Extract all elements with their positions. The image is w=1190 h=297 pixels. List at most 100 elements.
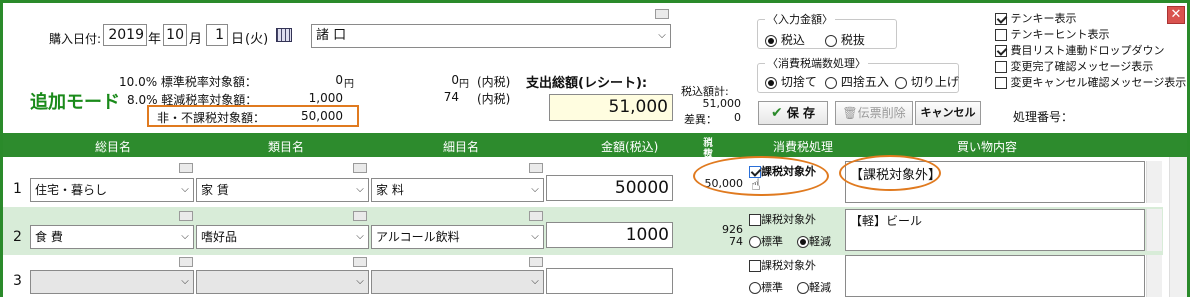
content-scrollbar[interactable] [1146, 255, 1162, 297]
std-rate-value: 0 [335, 73, 343, 87]
radio-icon [749, 282, 761, 294]
checkbox-icon [749, 260, 761, 272]
option-change-complete-msg[interactable]: 変更完了確認メッセージ表示 [995, 59, 1186, 75]
col-item: 細目名 [443, 140, 480, 154]
general-select[interactable]: 食 費 ⌵ [30, 225, 194, 249]
radio-icon [825, 34, 837, 47]
radio-icon [797, 282, 809, 294]
rate-std-option[interactable]: 標準 [749, 233, 783, 249]
checkbox-icon [995, 29, 1007, 41]
option-tenkey-hint[interactable]: テンキーヒント表示 [995, 27, 1186, 43]
list-toggle[interactable] [353, 163, 367, 173]
col-tax-proc: 消費税処理 [773, 140, 834, 154]
amount-field[interactable]: 50000 [546, 175, 673, 201]
year-unit: 年 [148, 32, 162, 47]
category-select[interactable]: ⌵ [196, 270, 369, 294]
exempt-label: 課税対象外 [761, 213, 816, 226]
save-button[interactable]: ✔ 保 存 [758, 101, 828, 125]
option-label: テンキーヒント表示 [1010, 28, 1110, 41]
exempt-label: 課税対象外 [761, 259, 816, 272]
tax-amount-value: 74 [729, 235, 743, 248]
exempt-checkbox[interactable]: 課税対象外 [749, 211, 816, 227]
radio-icon [749, 236, 761, 248]
total-amount-field[interactable]: 51,000 [549, 94, 673, 121]
chevron-down-icon: ⌵ [531, 276, 539, 287]
rate-std-option[interactable]: 標準 [749, 279, 783, 295]
internal-tax-1-value: 0 [451, 73, 459, 87]
radio-selected-icon [765, 34, 777, 47]
tax-incl-sum-value: 51,000 [702, 97, 742, 110]
content-scrollbar[interactable] [1146, 161, 1162, 203]
trash-icon: 🗑 [842, 106, 858, 120]
input-incl-option[interactable]: 税込 [765, 31, 805, 48]
month-unit: 月 [189, 32, 203, 47]
item-select[interactable]: ⌵ [371, 270, 544, 294]
internal-tax-1-unit: 円 [459, 79, 469, 90]
store-value: 諸 口 [316, 28, 347, 43]
exempt-checkbox[interactable]: 課税対象外 [749, 257, 816, 273]
rate-std-label: 標準 [761, 281, 783, 294]
category-select[interactable]: 嗜好品 ⌵ [196, 225, 369, 249]
store-list-toggle[interactable] [655, 9, 669, 19]
grid-scrollbar[interactable] [1169, 157, 1187, 297]
general-select[interactable]: 住宅・暮らし ⌵ [30, 178, 194, 202]
day-unit: 日 [231, 32, 245, 47]
cancel-button[interactable]: キャンセル [915, 101, 981, 125]
year-field[interactable]: 2019 [103, 24, 147, 46]
category-select[interactable]: 家 賃 ⌵ [196, 178, 369, 202]
rounding-floor-option[interactable]: 切捨て [765, 73, 817, 90]
general-select[interactable]: ⌵ [30, 270, 194, 294]
list-toggle[interactable] [179, 257, 193, 267]
delete-slip-button[interactable]: 🗑伝票削除 [835, 101, 913, 125]
category-value: 嗜好品 [201, 230, 238, 244]
list-toggle[interactable] [353, 257, 367, 267]
rounding-round-option[interactable]: 四捨五入 [825, 73, 889, 90]
content-field[interactable] [845, 255, 1145, 297]
mode-label: 追加モード [30, 92, 120, 113]
list-toggle[interactable] [529, 163, 543, 173]
amount-field[interactable] [546, 268, 673, 294]
content-scrollbar[interactable] [1146, 209, 1162, 251]
store-select[interactable]: 諸 口 ⌵ [311, 24, 671, 48]
option-tenkey[interactable]: テンキー表示 [995, 11, 1186, 27]
col-content: 買い物内容 [957, 140, 1018, 154]
rounding-ceil-option[interactable]: 切り上げ [895, 73, 959, 90]
col-general: 総目名 [95, 140, 132, 154]
list-toggle[interactable] [179, 163, 193, 173]
total-label: 支出総額(レシート): [526, 76, 648, 91]
general-value: 食 費 [35, 230, 63, 244]
rounding-ceil-label: 切り上げ [910, 75, 959, 89]
internal-tax-2-label: (内税) [477, 92, 511, 106]
list-toggle[interactable] [179, 211, 193, 221]
option-label: 変更完了確認メッセージ表示 [1010, 60, 1154, 73]
row-number: 3 [13, 273, 22, 289]
radio-selected-icon [797, 236, 809, 248]
chevron-down-icon: ⌵ [356, 231, 364, 242]
rate-reduced-option[interactable]: 軽減 [797, 233, 831, 249]
purchase-date-label: 購入日付: [49, 32, 102, 46]
input-excl-label: 税抜 [840, 33, 865, 47]
calendar-icon[interactable] [276, 28, 292, 42]
list-toggle[interactable] [529, 211, 543, 221]
list-toggle[interactable] [353, 211, 367, 221]
item-value: アルコール飲料 [376, 230, 460, 244]
option-linked-dropdown[interactable]: 費目リスト連動ドロップダウン [995, 43, 1186, 59]
close-icon[interactable]: ✕ [1167, 6, 1185, 24]
input-excl-option[interactable]: 税抜 [825, 31, 865, 48]
item-select[interactable]: アルコール飲料 ⌵ [371, 225, 544, 249]
rate-reduced-option[interactable]: 軽減 [797, 279, 831, 295]
month-field[interactable]: 10 [163, 24, 187, 46]
content-value: 【軽】ビール [850, 214, 923, 228]
rate-reduced-label: 軽減 [809, 235, 831, 248]
processing-no-label: 処理番号： [1013, 110, 1074, 124]
content-field[interactable]: 【軽】ビール [845, 209, 1145, 251]
diff-value: 0 [734, 111, 741, 124]
options-list: テンキー表示 テンキーヒント表示 費目リスト連動ドロップダウン 変更完了確認メッ… [995, 11, 1186, 91]
day-field[interactable]: 1 [206, 24, 228, 46]
option-label: テンキー表示 [1010, 12, 1077, 25]
list-toggle[interactable] [529, 257, 543, 267]
weekday-label: (火) [245, 32, 269, 47]
option-change-cancel-msg[interactable]: 変更キャンセル確認メッセージ表示 [995, 75, 1186, 91]
amount-field[interactable]: 1000 [546, 222, 673, 248]
item-select[interactable]: 家 料 ⌵ [371, 178, 544, 202]
